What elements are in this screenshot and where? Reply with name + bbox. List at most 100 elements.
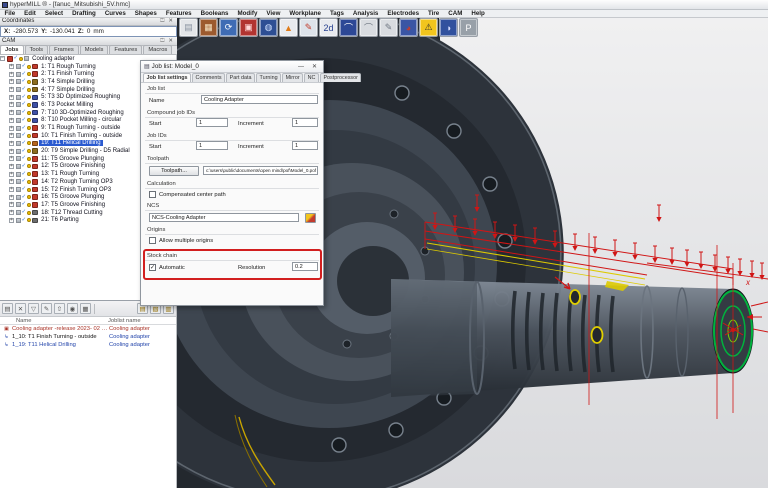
cam-tab[interactable]: Frames xyxy=(49,45,79,54)
resolution-input[interactable]: 0.2 xyxy=(292,262,318,271)
visibility-bulb-icon[interactable] xyxy=(27,203,31,207)
visibility-bulb-icon[interactable] xyxy=(27,157,31,161)
comment-icon[interactable]: P xyxy=(459,18,478,37)
cam-tab[interactable]: Macros xyxy=(143,45,172,54)
jobids-start-input[interactable]: 1 xyxy=(196,141,228,150)
expand-icon[interactable]: + xyxy=(9,172,14,177)
edit-entry-icon[interactable]: ✎ xyxy=(41,303,52,314)
expand-icon[interactable]: + xyxy=(9,156,14,161)
toolpath-button[interactable]: Toolpath... xyxy=(149,166,199,176)
orange-marker-icon[interactable]: ▲ xyxy=(279,18,298,37)
job-label[interactable]: 8: T10 Pocket Milling - circular xyxy=(39,117,123,123)
job-label[interactable]: 14: T2 Rough Turning OP3 xyxy=(39,179,115,185)
menu-item[interactable]: Drafting xyxy=(68,10,101,17)
visibility-bulb-icon[interactable] xyxy=(27,180,31,184)
expand-icon[interactable]: + xyxy=(9,202,14,207)
menu-item[interactable]: Select xyxy=(40,10,67,17)
menu-item[interactable]: Booleans xyxy=(196,10,233,17)
toolbox-icon[interactable]: ▦ xyxy=(199,18,218,37)
menu-item[interactable]: Edit xyxy=(20,10,41,17)
cam-tab[interactable]: Models xyxy=(80,45,109,54)
menu-item[interactable]: Modify xyxy=(233,10,262,17)
menu-item[interactable]: Electrodes xyxy=(383,10,424,17)
expand-icon[interactable]: + xyxy=(9,102,14,107)
expand-icon[interactable]: + xyxy=(9,187,14,192)
job-tree-root-label[interactable]: Cooling adapter xyxy=(30,56,76,62)
visibility-bulb-icon[interactable] xyxy=(27,88,31,92)
visibility-bulb-icon[interactable] xyxy=(27,118,31,122)
column-name[interactable]: Name xyxy=(0,318,108,324)
visibility-bulb-icon[interactable] xyxy=(27,134,31,138)
menu-item[interactable]: Features xyxy=(161,10,196,17)
expand-icon[interactable]: + xyxy=(9,95,14,100)
visibility-bulb-icon[interactable] xyxy=(27,95,31,99)
expand-icon[interactable]: + xyxy=(9,141,14,146)
coordinates-field[interactable]: X: -280.573 Y: -130.041 Z: 0 mm xyxy=(0,26,177,37)
automatic-checkbox[interactable]: ✓ xyxy=(149,264,156,271)
expand-icon[interactable]: + xyxy=(9,118,14,123)
visibility-bulb-icon[interactable] xyxy=(27,188,31,192)
expand-icon[interactable]: + xyxy=(9,72,14,77)
menu-item[interactable]: Workplane xyxy=(285,10,326,17)
job-label[interactable]: 2: T1 Finish Turning xyxy=(39,71,96,77)
compound-increment-input[interactable]: 1 xyxy=(292,118,318,127)
job-label[interactable]: 4: T7 Simple Drilling xyxy=(39,87,97,93)
Cooling adapter -release 2023- 02 Milling ...[interactable]: ▣ Cooling adapter -release 2023- 02 Mill… xyxy=(0,325,176,333)
expand-icon[interactable]: + xyxy=(9,126,14,131)
menu-item[interactable]: Tire xyxy=(424,10,444,17)
expand-icon[interactable]: + xyxy=(9,218,14,223)
job-label[interactable]: 6: T3 Pocket Milling xyxy=(39,102,95,108)
job-label[interactable]: 13: T1 Rough Turning xyxy=(39,171,101,177)
cam-tab[interactable]: Features xyxy=(109,45,142,54)
expand-icon[interactable]: + xyxy=(9,133,14,138)
expand-icon[interactable]: + xyxy=(9,164,14,169)
minimize-icon[interactable]: — xyxy=(295,64,307,70)
dialog-tab[interactable]: Job list settings xyxy=(143,73,191,82)
close-icon[interactable]: ✕ xyxy=(166,18,175,24)
red-pencil-icon[interactable]: ✎ xyxy=(299,18,318,37)
close-icon[interactable]: ✕ xyxy=(309,63,320,70)
expand-icon[interactable]: + xyxy=(9,210,14,215)
job-label[interactable]: 21: T6 Parting xyxy=(39,217,81,223)
dialog-tab[interactable]: Part data xyxy=(226,73,255,82)
cam-tab[interactable]: Jobs xyxy=(0,45,24,54)
view-entry-icon[interactable]: ◉ xyxy=(67,303,78,314)
close-icon[interactable]: ✕ xyxy=(166,38,175,44)
expand-icon[interactable]: + xyxy=(9,87,14,92)
dialog-tab[interactable]: Comments xyxy=(192,73,225,82)
shaded-sphere-icon[interactable]: ◕ xyxy=(399,18,418,37)
gray-arc-icon[interactable]: ⌒ xyxy=(359,18,378,37)
cam-tab[interactable]: Tools xyxy=(25,45,49,54)
visibility-bulb-icon[interactable] xyxy=(27,65,31,69)
warning-icon[interactable]: ⚠ xyxy=(419,18,438,37)
menu-item[interactable]: Help xyxy=(467,10,489,17)
window-titlebar[interactable]: hyperMILL ® - [fanuc_Mitsubishi_5V.hmc] xyxy=(0,0,768,10)
job-label[interactable]: 11: T5 Groove Plunging xyxy=(39,156,106,162)
expand-icon[interactable]: + xyxy=(9,79,14,84)
dialog-titlebar[interactable]: ▤ Job list: Model_0 — ✕ xyxy=(141,61,323,73)
ncs-input[interactable]: NCS-Cooling Adapter xyxy=(149,213,299,222)
blue-arc-icon[interactable]: ⌒ xyxy=(339,18,358,37)
tool-bucket-icon[interactable]: ▣ xyxy=(239,18,258,37)
allow-multiple-origins-checkbox[interactable] xyxy=(149,237,156,244)
menu-item[interactable]: File xyxy=(0,10,20,17)
visibility-bulb-icon[interactable] xyxy=(27,195,31,199)
name-input[interactable]: Cooling Adapter xyxy=(201,95,318,104)
delete-entry-icon[interactable]: ✕ xyxy=(15,303,26,314)
expand-icon[interactable]: + xyxy=(9,149,14,154)
menu-item[interactable]: Curves xyxy=(100,10,130,17)
pin-icon[interactable]: ⏍ xyxy=(158,38,166,45)
jobids-increment-input[interactable]: 1 xyxy=(292,141,318,150)
sketch-2d-icon[interactable]: 2d xyxy=(319,18,338,37)
1_10: T1 Finish Turning - outside[interactable]: ↳ 1_10: T1 Finish Turning - outside Cool… xyxy=(0,333,176,341)
dialog-tab[interactable]: Turning xyxy=(256,73,281,82)
1_19: T11 Helical Drilling[interactable]: ↳ 1_19: T11 Helical Drilling Cooling ada… xyxy=(0,341,176,349)
filter-icon[interactable]: ▽ xyxy=(28,303,39,314)
job-label[interactable]: 17: T5 Groove Finishing xyxy=(39,202,107,208)
expand-icon[interactable]: + xyxy=(9,179,14,184)
job-label[interactable]: 3: T4 Simple Drilling xyxy=(39,79,97,85)
pin-icon[interactable]: ⏍ xyxy=(158,18,166,25)
ncs-icon[interactable] xyxy=(305,213,316,223)
job-label[interactable]: 12: T5 Groove Finishing xyxy=(39,163,107,169)
visibility-bulb-icon[interactable] xyxy=(27,80,31,84)
